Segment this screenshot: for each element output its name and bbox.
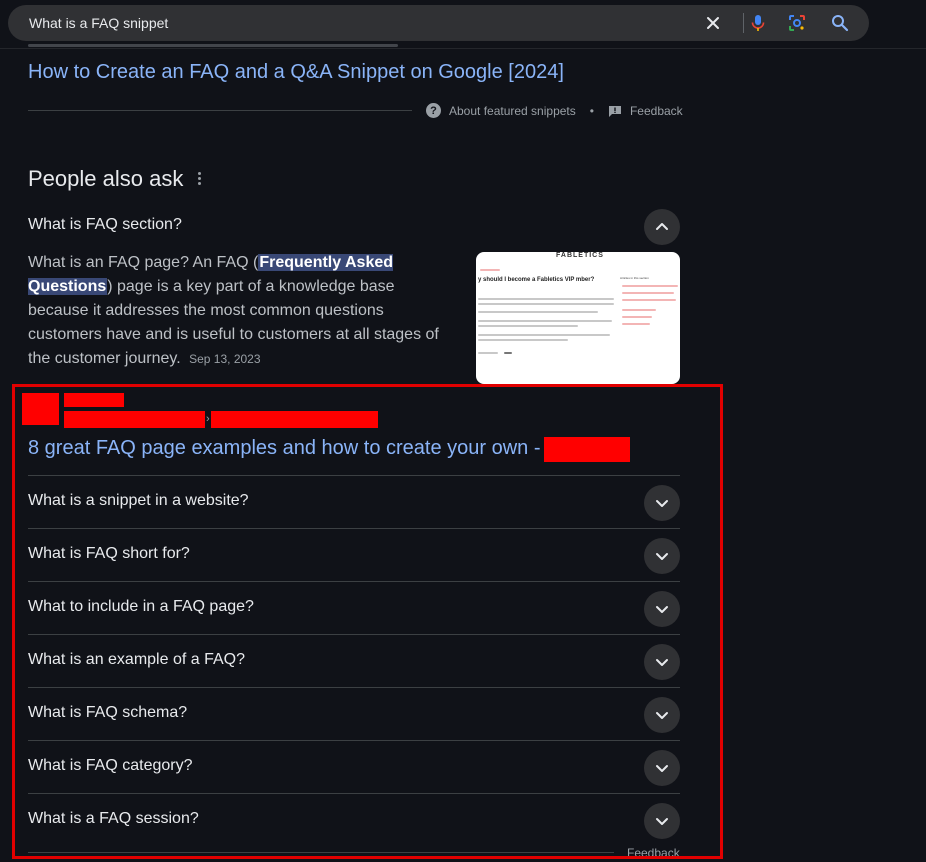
header-divider [0,48,926,49]
thumbnail-link-line [622,309,656,311]
thumbnail-line [478,303,614,305]
search-bar-divider [743,13,744,33]
featured-snippet-divider [28,110,412,111]
answer-date: Sep 13, 2023 [189,352,261,366]
people-also-ask-heading: People also ask [28,166,184,191]
thumbnail-link-line [622,292,674,294]
paa-question-expanded[interactable]: What is FAQ section? [28,216,182,234]
lens-icon[interactable] [787,13,807,33]
feedback-link[interactable]: Feedback [630,104,683,118]
search-icon[interactable] [830,13,850,33]
close-icon[interactable] [703,13,723,33]
thumbnail-line [504,352,512,354]
thumbnail-line [478,298,614,300]
thumbnail-line [478,339,568,341]
help-icon[interactable]: ? [426,103,441,118]
microphone-icon[interactable] [748,13,768,33]
thumbnail-line [480,269,500,271]
collapse-toggle[interactable] [644,209,680,245]
thumbnail-line [478,320,612,322]
annotation-highlight-box [12,384,723,859]
thumbnail-line [478,352,498,354]
more-options-icon[interactable] [193,170,205,186]
about-featured-snippets-link[interactable]: About featured snippets [449,104,576,118]
thumbnail-line [478,325,578,327]
clipped-snippet-text [28,40,398,48]
thumbnail-line [478,311,598,313]
thumbnail-brand: FABLETICS [556,252,604,259]
feedback-icon[interactable] [608,105,622,117]
search-bar[interactable]: What is a FAQ snippet [8,5,869,41]
featured-snippet-footer: ? About featured snippets • Feedback [426,103,683,118]
featured-snippet-title-link[interactable]: How to Create an FAQ and a Q&A Snippet o… [28,61,564,84]
answer-text-start: What is an FAQ page? An FAQ ( [28,254,259,271]
thumbnail-link-line [622,285,678,287]
search-input[interactable]: What is a FAQ snippet [29,15,168,31]
chevron-up-icon [656,223,668,230]
thumbnail-side-heading: Articles in this section [620,276,649,280]
answer-thumbnail[interactable]: FABLETICS y should I become a Fabletics … [476,252,680,384]
thumbnail-link-line [622,299,676,301]
thumbnail-link-line [622,323,650,325]
separator-dot: • [589,103,594,118]
thumbnail-line [478,334,610,336]
thumbnail-link-line [622,316,652,318]
paa-answer-text: What is an FAQ page? An FAQ (Frequently … [28,251,458,371]
thumbnail-headline: y should I become a Fabletics VIP mber? [478,277,595,283]
